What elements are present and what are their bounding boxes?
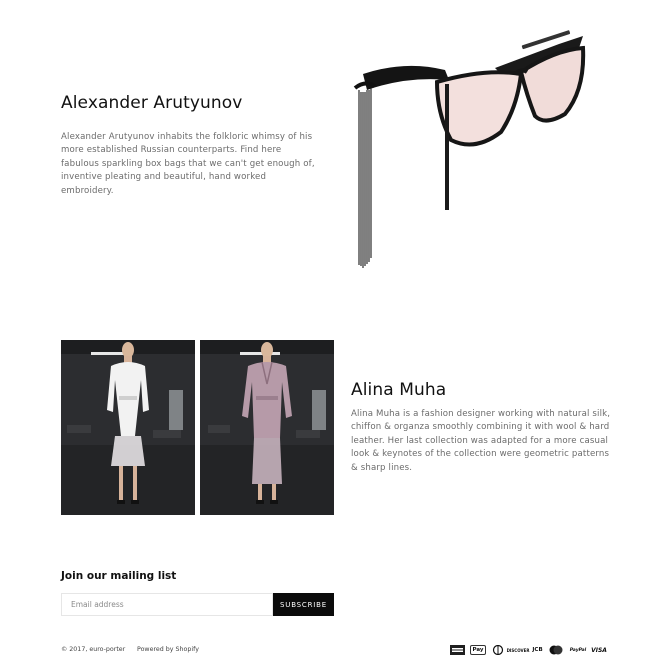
designer-description: Alina Muha is a fashion designer working…	[351, 409, 611, 473]
designer-title: Alina Muha	[351, 380, 447, 400]
sunglasses-image	[345, 30, 605, 275]
visa-label: VISA	[591, 646, 607, 654]
jcb-icon: JCB	[530, 645, 545, 655]
subscribe-button[interactable]: SUBSCRIBE	[273, 593, 334, 616]
apple-pay-label: Pay	[472, 647, 484, 653]
master-icon	[548, 645, 564, 655]
paypal-icon: PayPal	[568, 645, 588, 655]
payment-icons: Pay DISCOVER JCB PayPal VISA	[450, 645, 608, 657]
jcb-label: JCB	[532, 647, 543, 653]
discover-icon: DISCOVER	[506, 645, 530, 655]
apple-pay-icon: Pay	[470, 645, 486, 655]
powered-by-link[interactable]: Powered by Shopify	[137, 646, 199, 653]
newsletter-title: Join our mailing list	[61, 570, 177, 582]
runway-photo-white-dress	[61, 340, 195, 515]
runway-photo-mauve-dress	[200, 340, 334, 515]
paypal-label: PayPal	[569, 647, 587, 653]
american-express-icon	[450, 645, 465, 655]
copyright-text: © 2017, euro-porter	[61, 646, 126, 653]
email-input[interactable]	[61, 593, 273, 616]
diners-club-icon	[491, 645, 505, 655]
discover-label: DISCOVER	[506, 647, 530, 653]
designer-title: Alexander Arutyunov	[61, 93, 243, 113]
visa-icon: VISA	[590, 645, 608, 655]
designer-description: Alexander Arutyunov inhabits the folklor…	[61, 132, 315, 196]
